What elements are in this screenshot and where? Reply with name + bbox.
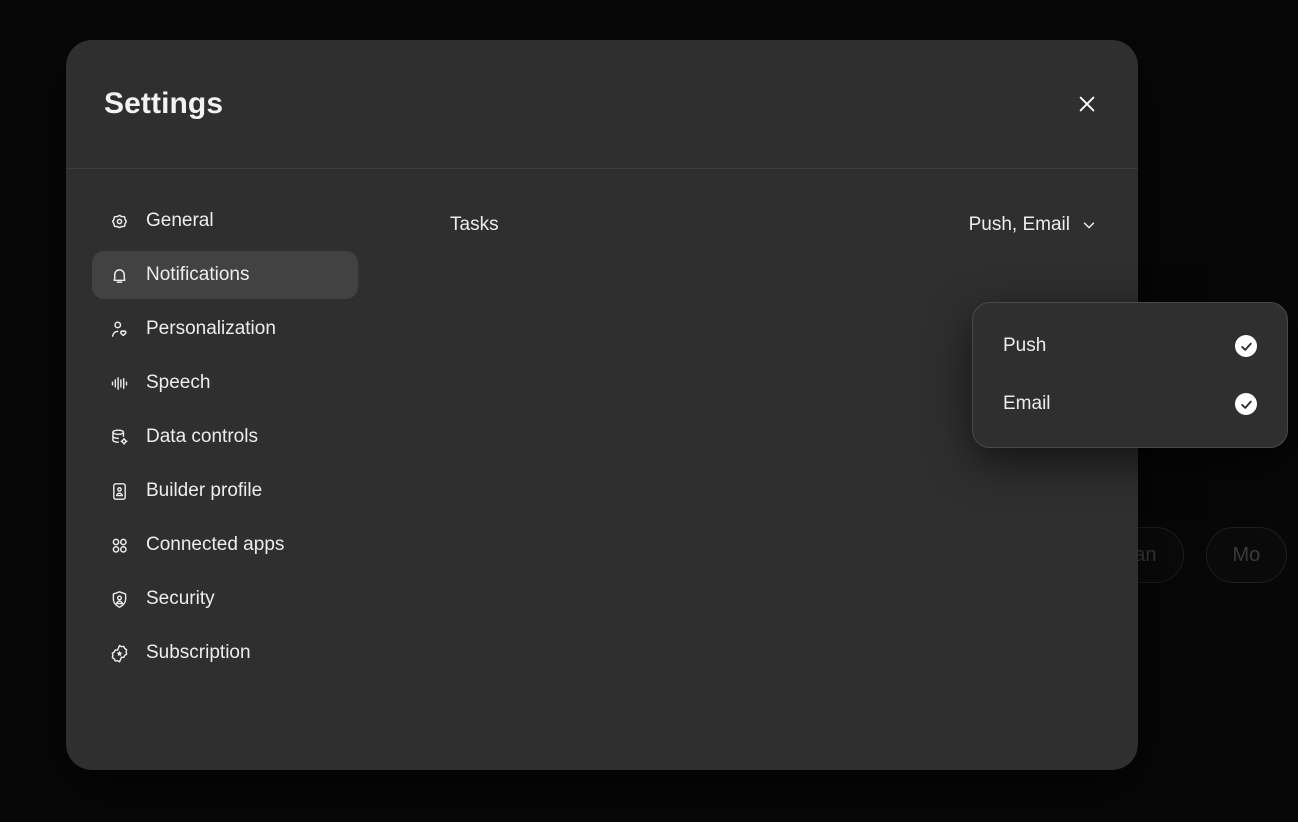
settings-screen: a plan Mo Settings xyxy=(0,0,1298,822)
modal-body: General Notifications Personalization Sp… xyxy=(66,169,1138,769)
waveform-icon xyxy=(108,372,130,394)
settings-sidebar: General Notifications Personalization Sp… xyxy=(66,189,372,769)
bell-icon xyxy=(108,264,130,286)
menu-item-label: Email xyxy=(1003,393,1051,414)
setting-label: Tasks xyxy=(450,214,499,235)
settings-content: Tasks Push, Email xyxy=(372,189,1138,769)
sidebar-item-connected-apps[interactable]: Connected apps xyxy=(92,521,358,569)
database-gear-icon xyxy=(108,426,130,448)
close-button[interactable] xyxy=(1068,85,1106,123)
sidebar-item-personalization[interactable]: Personalization xyxy=(92,305,358,353)
tasks-notification-dropdown-menu: Push Email xyxy=(972,302,1288,448)
sidebar-item-general[interactable]: General xyxy=(92,197,358,245)
sidebar-item-builder-profile[interactable]: Builder profile xyxy=(92,467,358,515)
settings-modal: Settings General Notifications Personali… xyxy=(66,40,1288,770)
apps-grid-icon xyxy=(108,534,130,556)
shield-person-icon xyxy=(108,588,130,610)
menu-item-email[interactable]: Email xyxy=(973,375,1287,433)
setting-row-tasks: Tasks Push, Email xyxy=(450,199,1104,251)
sidebar-item-speech[interactable]: Speech xyxy=(92,359,358,407)
page-title: Settings xyxy=(104,87,224,120)
modal-header: Settings xyxy=(66,40,1138,169)
sidebar-item-label: Data controls xyxy=(146,426,258,447)
sidebar-item-label: Speech xyxy=(146,372,211,393)
background-pill[interactable]: Mo xyxy=(1205,527,1288,583)
sidebar-item-label: Personalization xyxy=(146,318,276,339)
menu-item-push[interactable]: Push xyxy=(973,317,1287,375)
sidebar-item-label: Security xyxy=(146,588,215,609)
sidebar-item-label: Subscription xyxy=(146,642,251,663)
sidebar-item-subscription[interactable]: Subscription xyxy=(92,629,358,677)
tasks-notification-dropdown-trigger[interactable]: Push, Email xyxy=(963,210,1104,240)
dropdown-value: Push, Email xyxy=(968,214,1070,235)
sidebar-item-notifications[interactable]: Notifications xyxy=(92,251,358,299)
sidebar-item-data-controls[interactable]: Data controls xyxy=(92,413,358,461)
close-icon xyxy=(1076,93,1098,115)
chevron-down-icon xyxy=(1080,216,1098,234)
badge-star-icon xyxy=(108,642,130,664)
sidebar-item-label: Connected apps xyxy=(146,534,285,555)
gear-icon xyxy=(108,210,130,232)
sidebar-item-label: Notifications xyxy=(146,264,250,285)
check-circle-icon xyxy=(1235,335,1257,357)
check-circle-icon xyxy=(1235,393,1257,415)
menu-item-label: Push xyxy=(1003,335,1047,356)
sidebar-item-label: General xyxy=(146,210,214,231)
sidebar-item-label: Builder profile xyxy=(146,480,263,501)
person-heart-icon xyxy=(108,318,130,340)
sidebar-item-security[interactable]: Security xyxy=(92,575,358,623)
id-card-icon xyxy=(108,480,130,502)
